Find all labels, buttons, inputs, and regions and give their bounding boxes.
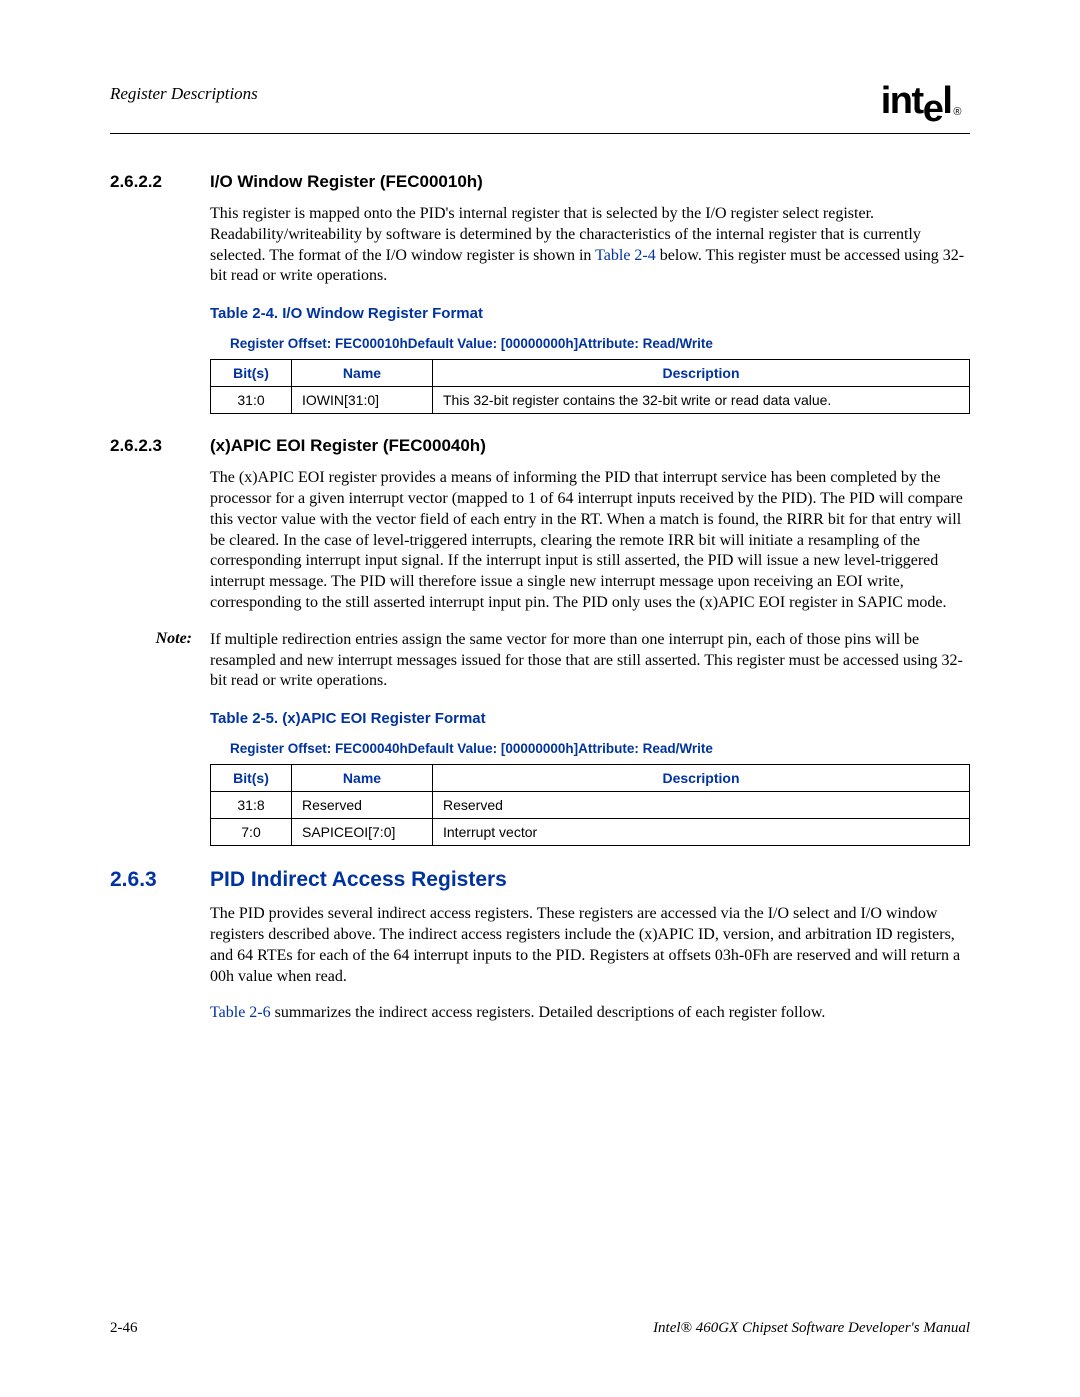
running-head: Register Descriptions <box>110 84 258 104</box>
section-number: 2.6.3 <box>110 868 210 892</box>
col-name: Name <box>292 765 433 792</box>
col-desc: Description <box>433 765 970 792</box>
note-label: Note: <box>110 630 210 692</box>
footer-title: Intel® 460GX Chipset Software Developer'… <box>653 1320 970 1337</box>
cell-bits: 7:0 <box>211 819 292 846</box>
table-header-row: Bit(s) Name Description <box>211 360 970 387</box>
io-window-register-table: Bit(s) Name Description 31:0 IOWIN[31:0]… <box>210 359 970 414</box>
page-footer: 2-46 Intel® 460GX Chipset Software Devel… <box>110 1320 970 1337</box>
table-ref-link[interactable]: Table 2-6 <box>210 1004 271 1021</box>
col-name: Name <box>292 360 433 387</box>
table-caption: Table 2-4. I/O Window Register Format <box>210 305 970 322</box>
paragraph: Table 2-6 summarizes the indirect access… <box>210 1003 970 1024</box>
section-number: 2.6.2.3 <box>110 436 210 456</box>
header-rule <box>110 133 970 134</box>
intel-logo: intel® <box>881 80 970 123</box>
registered-icon: ® <box>953 106 960 118</box>
table-row: 7:0 SAPICEOI[7:0] Interrupt vector <box>211 819 970 846</box>
cell-bits: 31:8 <box>211 792 292 819</box>
cell-name: SAPICEOI[7:0] <box>292 819 433 846</box>
cell-desc: Interrupt vector <box>433 819 970 846</box>
section-title: (x)APIC EOI Register (FEC00040h) <box>210 436 486 456</box>
table-header-row: Bit(s) Name Description <box>211 765 970 792</box>
cell-desc: This 32-bit register contains the 32-bit… <box>433 387 970 414</box>
section-title: I/O Window Register (FEC00010h) <box>210 172 483 192</box>
cell-name: IOWIN[31:0] <box>292 387 433 414</box>
xapic-eoi-register-table: Bit(s) Name Description 31:8 Reserved Re… <box>210 764 970 846</box>
col-desc: Description <box>433 360 970 387</box>
col-bits: Bit(s) <box>211 765 292 792</box>
register-meta: Register Offset: FEC00040hDefault Value:… <box>210 741 970 756</box>
table-row: 31:0 IOWIN[31:0] This 32-bit register co… <box>211 387 970 414</box>
table-caption: Table 2-5. (x)APIC EOI Register Format <box>210 710 970 727</box>
section-title: PID Indirect Access Registers <box>210 868 507 892</box>
col-bits: Bit(s) <box>211 360 292 387</box>
paragraph: This register is mapped onto the PID's i… <box>210 204 970 287</box>
cell-bits: 31:0 <box>211 387 292 414</box>
cell-desc: Reserved <box>433 792 970 819</box>
section-number: 2.6.2.2 <box>110 172 210 192</box>
register-meta: Register Offset: FEC00010hDefault Value:… <box>210 336 970 351</box>
page-number: 2-46 <box>110 1320 138 1337</box>
table-ref-link[interactable]: Table 2-4 <box>595 247 656 264</box>
table-row: 31:8 Reserved Reserved <box>211 792 970 819</box>
cell-name: Reserved <box>292 792 433 819</box>
paragraph: The PID provides several indirect access… <box>210 904 970 987</box>
paragraph: The (x)APIC EOI register provides a mean… <box>210 468 970 614</box>
note-body: If multiple redirection entries assign t… <box>210 630 970 692</box>
